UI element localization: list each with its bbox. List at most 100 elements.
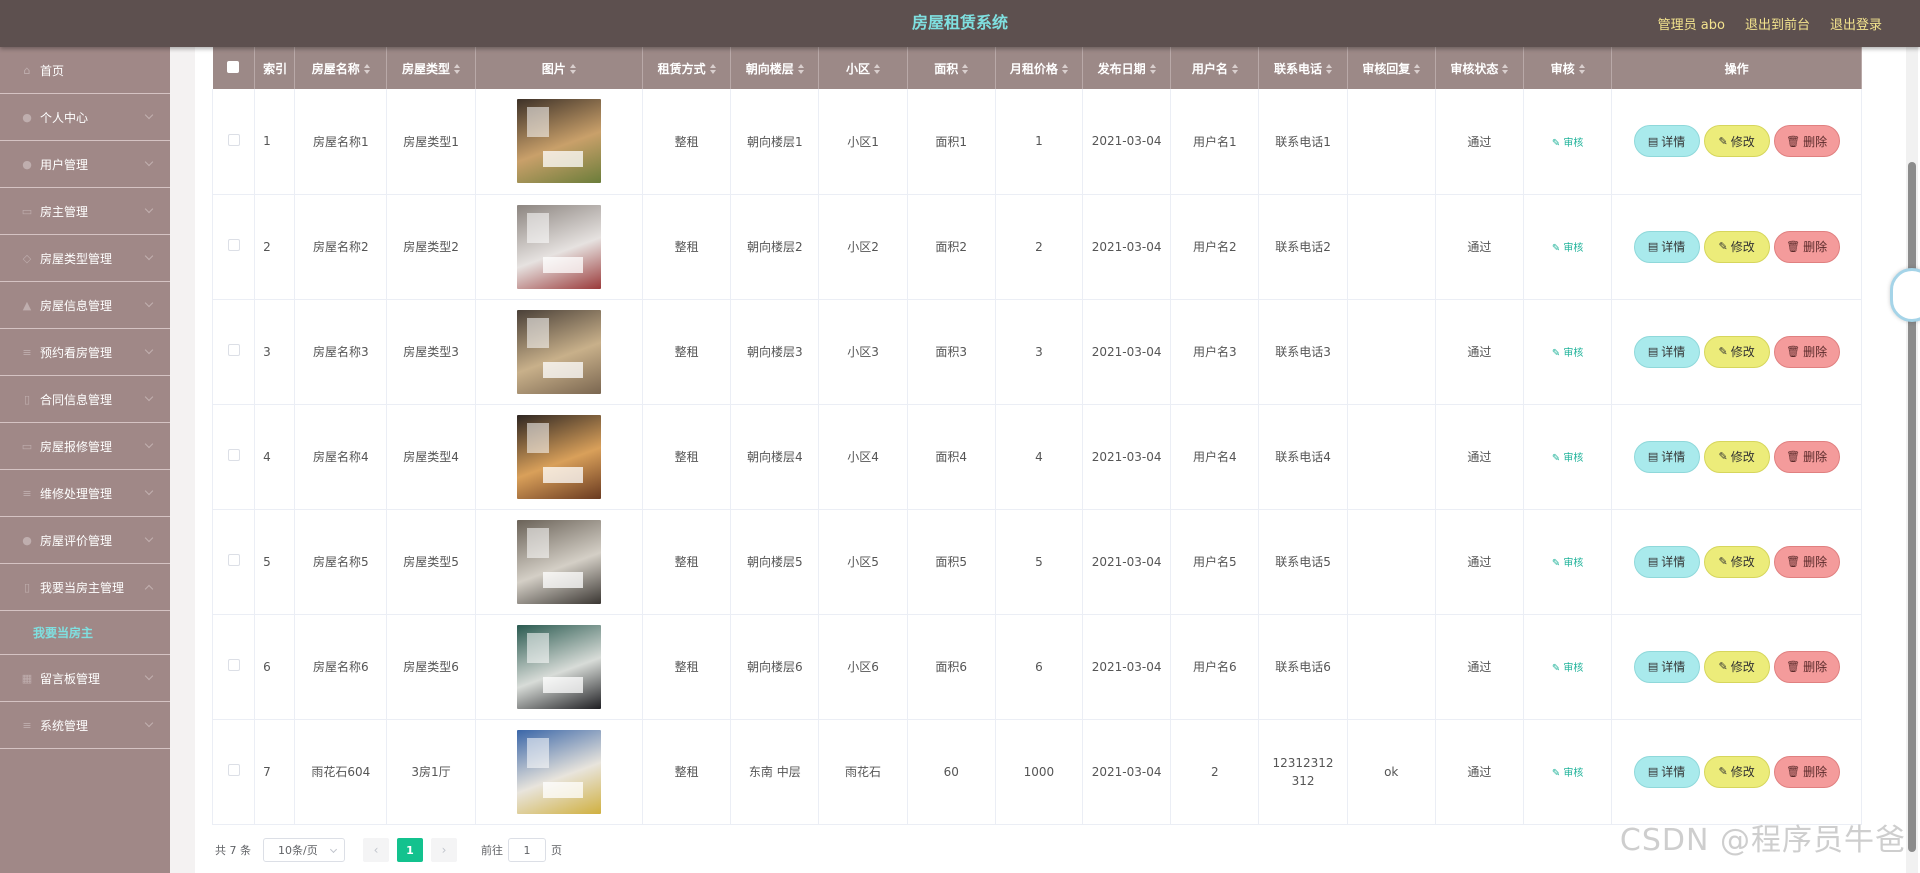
sidebar-item-4[interactable]: ◇ 房屋类型管理 <box>0 235 170 282</box>
house-photo[interactable] <box>516 519 601 604</box>
sidebar-item-10[interactable]: ● 房屋评价管理 <box>0 517 170 564</box>
house-photo[interactable] <box>516 99 601 184</box>
edit-button[interactable]: ✎ 修改 <box>1703 650 1770 683</box>
row-checkbox[interactable] <box>227 554 240 566</box>
sort-icon[interactable] <box>1061 64 1068 74</box>
audit-link[interactable]: ✎ 审核 <box>1552 663 1584 674</box>
row-select-cell[interactable] <box>211 719 256 825</box>
edit-button[interactable]: ✎ 修改 <box>1703 230 1770 263</box>
sidebar-item-0[interactable]: ⌂ 首页 <box>0 47 170 94</box>
column-header[interactable]: 审核回复 <box>1347 47 1436 89</box>
house-photo[interactable] <box>516 414 601 499</box>
column-header[interactable]: 发布日期 <box>1082 47 1172 89</box>
sort-icon[interactable] <box>454 64 461 74</box>
column-header[interactable]: 审核状态 <box>1435 47 1525 89</box>
row-select-cell[interactable] <box>211 509 256 615</box>
sort-icon[interactable] <box>874 64 881 74</box>
sidebar-item-11[interactable]: ▯ 我要当房主管理 <box>0 564 170 611</box>
next-page-button[interactable]: › <box>431 838 457 862</box>
house-photo[interactable] <box>516 309 601 394</box>
detail-button[interactable]: ▤ 详情 <box>1633 230 1700 263</box>
column-header[interactable]: 用户名 <box>1170 47 1260 89</box>
audit-link[interactable]: ✎ 审核 <box>1552 558 1584 569</box>
column-header[interactable]: 索引 <box>254 47 296 89</box>
detail-button[interactable]: ▤ 详情 <box>1633 755 1700 788</box>
row-select-cell[interactable] <box>211 299 256 405</box>
sort-icon[interactable] <box>1578 64 1585 74</box>
row-checkbox[interactable] <box>227 133 240 146</box>
column-header[interactable]: 月租价格 <box>995 47 1084 89</box>
to-front-link[interactable]: 退出到前台 <box>1745 14 1810 33</box>
sidebar-item-12[interactable]: ▦ 留言板管理 <box>0 655 170 702</box>
row-select-cell[interactable] <box>211 89 256 195</box>
column-header[interactable]: 房屋名称 <box>294 47 388 89</box>
sidebar-item-2[interactable]: ● 用户管理 <box>0 141 170 188</box>
floating-assistant-icon[interactable] <box>1890 268 1920 322</box>
delete-button[interactable]: 🗑 删除 <box>1773 545 1840 578</box>
row-checkbox[interactable] <box>227 659 240 671</box>
sort-icon[interactable] <box>1231 64 1238 74</box>
house-photo[interactable] <box>516 729 601 814</box>
sidebar-item-13[interactable]: ≡ 系统管理 <box>0 702 170 749</box>
delete-button[interactable]: 🗑 删除 <box>1773 335 1840 368</box>
edit-button[interactable]: ✎ 修改 <box>1703 335 1770 368</box>
select-all-cell[interactable] <box>212 47 256 89</box>
row-select-cell[interactable] <box>211 404 256 510</box>
delete-button[interactable]: 🗑 删除 <box>1773 440 1840 473</box>
audit-link[interactable]: ✎ 审核 <box>1552 138 1584 149</box>
column-header[interactable]: 租赁方式 <box>642 47 732 89</box>
detail-button[interactable]: ▤ 详情 <box>1633 545 1700 578</box>
sort-icon[interactable] <box>709 64 716 74</box>
logout-link[interactable]: 退出登录 <box>1830 14 1882 33</box>
audit-link[interactable]: ✎ 审核 <box>1552 243 1584 254</box>
edit-button[interactable]: ✎ 修改 <box>1703 440 1770 473</box>
edit-button[interactable]: ✎ 修改 <box>1703 545 1770 578</box>
sidebar-item-1[interactable]: ● 个人中心 <box>0 94 170 141</box>
prev-page-button[interactable]: ‹ <box>363 838 389 862</box>
delete-button[interactable]: 🗑 删除 <box>1773 650 1840 683</box>
row-checkbox[interactable] <box>227 449 240 461</box>
delete-button[interactable]: 🗑 删除 <box>1773 755 1840 788</box>
delete-button[interactable]: 🗑 删除 <box>1773 125 1840 158</box>
edit-button[interactable]: ✎ 修改 <box>1703 125 1770 158</box>
row-checkbox[interactable] <box>227 239 240 251</box>
sidebar-item-5[interactable]: ▲ 房屋信息管理 <box>0 282 170 329</box>
row-checkbox[interactable] <box>227 344 240 356</box>
audit-link[interactable]: ✎ 审核 <box>1552 453 1584 464</box>
audit-link[interactable]: ✎ 审核 <box>1552 348 1584 359</box>
sort-icon[interactable] <box>1414 64 1421 74</box>
sort-icon[interactable] <box>1502 64 1509 74</box>
sidebar-item-3[interactable]: ▭ 房主管理 <box>0 188 170 235</box>
audit-link[interactable]: ✎ 审核 <box>1552 768 1584 779</box>
vertical-scrollbar[interactable] <box>1906 47 1918 873</box>
scrollbar-thumb[interactable] <box>1908 162 1916 852</box>
detail-button[interactable]: ▤ 详情 <box>1633 125 1700 158</box>
sort-icon[interactable] <box>962 64 969 74</box>
house-photo[interactable] <box>516 204 601 289</box>
sort-icon[interactable] <box>363 64 370 74</box>
column-header[interactable]: 房屋类型 <box>386 47 476 89</box>
sidebar-item-8[interactable]: ▭ 房屋报修管理 <box>0 423 170 470</box>
detail-button[interactable]: ▤ 详情 <box>1633 650 1700 683</box>
edit-button[interactable]: ✎ 修改 <box>1703 755 1770 788</box>
sidebar-item-9[interactable]: ≡ 维修处理管理 <box>0 470 170 517</box>
sidebar-item-7[interactable]: ▯ 合同信息管理 <box>0 376 170 423</box>
delete-button[interactable]: 🗑 删除 <box>1773 230 1840 263</box>
submenu-item-active[interactable]: 我要当房主 <box>0 611 170 655</box>
sort-icon[interactable] <box>569 64 576 74</box>
sort-icon[interactable] <box>797 64 804 74</box>
column-header[interactable]: 面积 <box>907 47 996 89</box>
column-header[interactable]: 图片 <box>475 47 644 89</box>
sort-icon[interactable] <box>1149 64 1156 74</box>
detail-button[interactable]: ▤ 详情 <box>1633 335 1700 368</box>
column-header[interactable]: 小区 <box>818 47 908 89</box>
sidebar-item-6[interactable]: ≡ 预约看房管理 <box>0 329 170 376</box>
detail-button[interactable]: ▤ 详情 <box>1633 440 1700 473</box>
sort-icon[interactable] <box>1326 64 1333 74</box>
goto-page-input[interactable]: 1 <box>508 838 546 862</box>
column-header[interactable]: 朝向楼层 <box>730 47 820 89</box>
select-all-checkbox[interactable] <box>227 60 240 73</box>
row-checkbox[interactable] <box>227 764 240 776</box>
page-number-current[interactable]: 1 <box>397 838 423 862</box>
page-size-select[interactable]: 10条/页 <box>263 838 345 862</box>
